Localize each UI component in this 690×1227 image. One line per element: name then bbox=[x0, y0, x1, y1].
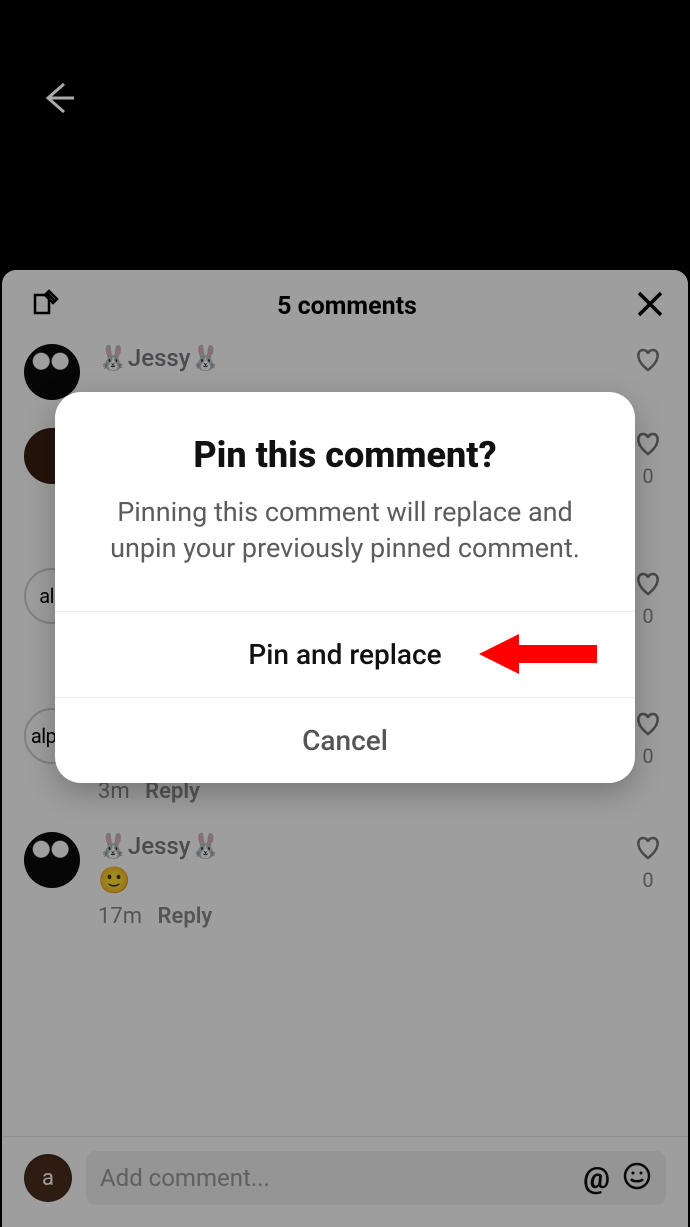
pin-comment-dialog: Pin this comment? Pinning this comment w… bbox=[55, 392, 635, 783]
cancel-label: Cancel bbox=[302, 724, 388, 757]
pin-and-replace-button[interactable]: Pin and replace bbox=[55, 611, 635, 697]
video-area bbox=[0, 0, 690, 270]
dialog-body: Pinning this comment will replace and un… bbox=[55, 494, 635, 611]
back-button[interactable] bbox=[38, 78, 78, 118]
annotation-arrow-icon bbox=[479, 629, 599, 679]
pin-and-replace-label: Pin and replace bbox=[248, 638, 441, 671]
dialog-title: Pin this comment? bbox=[55, 392, 635, 494]
cancel-button[interactable]: Cancel bbox=[55, 697, 635, 783]
